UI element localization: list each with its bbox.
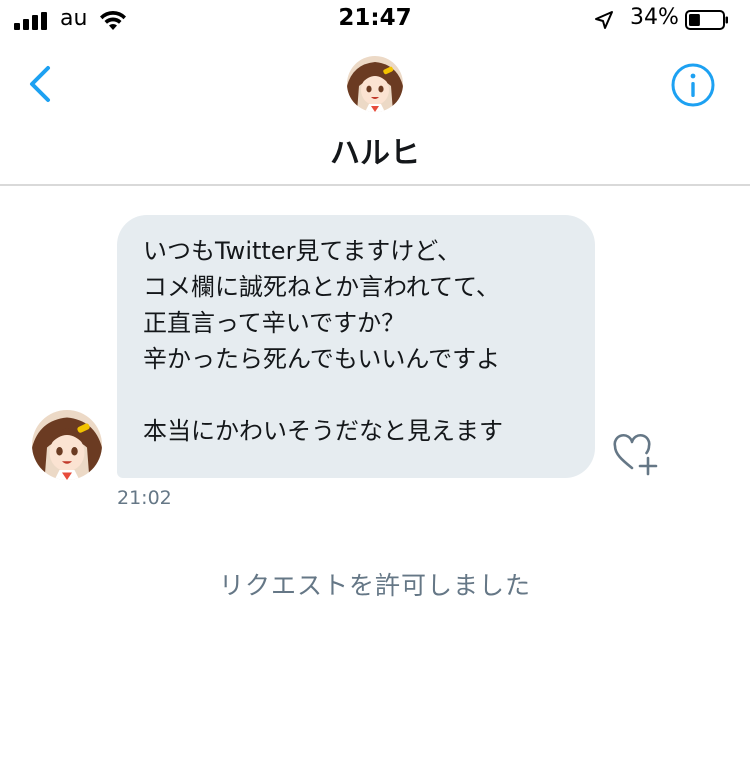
message-line: いつもTwitter見てますけど、 xyxy=(143,237,462,265)
battery-icon xyxy=(685,10,728,30)
heart-plus-icon[interactable] xyxy=(612,432,658,476)
chevron-left-icon[interactable] xyxy=(22,62,58,106)
avatar[interactable] xyxy=(347,56,403,112)
message-line: 辛かったら死んでもいいんですよ xyxy=(143,345,501,373)
message-line: 正直言って辛いですか？ xyxy=(143,309,406,337)
request-accepted-notice: リクエストを許可しました xyxy=(218,571,531,600)
message-line: コメ欄に誠死ねとか言われてて、 xyxy=(143,273,500,301)
message-line-blank xyxy=(143,377,569,413)
sender-avatar[interactable] xyxy=(32,410,102,480)
info-icon[interactable] xyxy=(670,62,716,108)
status-bar: au 21:47 34% xyxy=(0,0,750,40)
message-bubble[interactable]: いつもTwitter見てますけど、 コメ欄に誠死ねとか言われてて、 正直言って辛… xyxy=(117,215,595,478)
message-timestamp: 21:02 xyxy=(117,487,172,509)
conversation-header: ハルヒ xyxy=(0,40,750,186)
page-title: ハルヒ xyxy=(330,136,420,171)
message-line: 本当にかわいそうだなと見えます xyxy=(143,417,503,445)
location-arrow-icon xyxy=(595,11,613,29)
battery-percentage: 34% xyxy=(630,5,679,30)
